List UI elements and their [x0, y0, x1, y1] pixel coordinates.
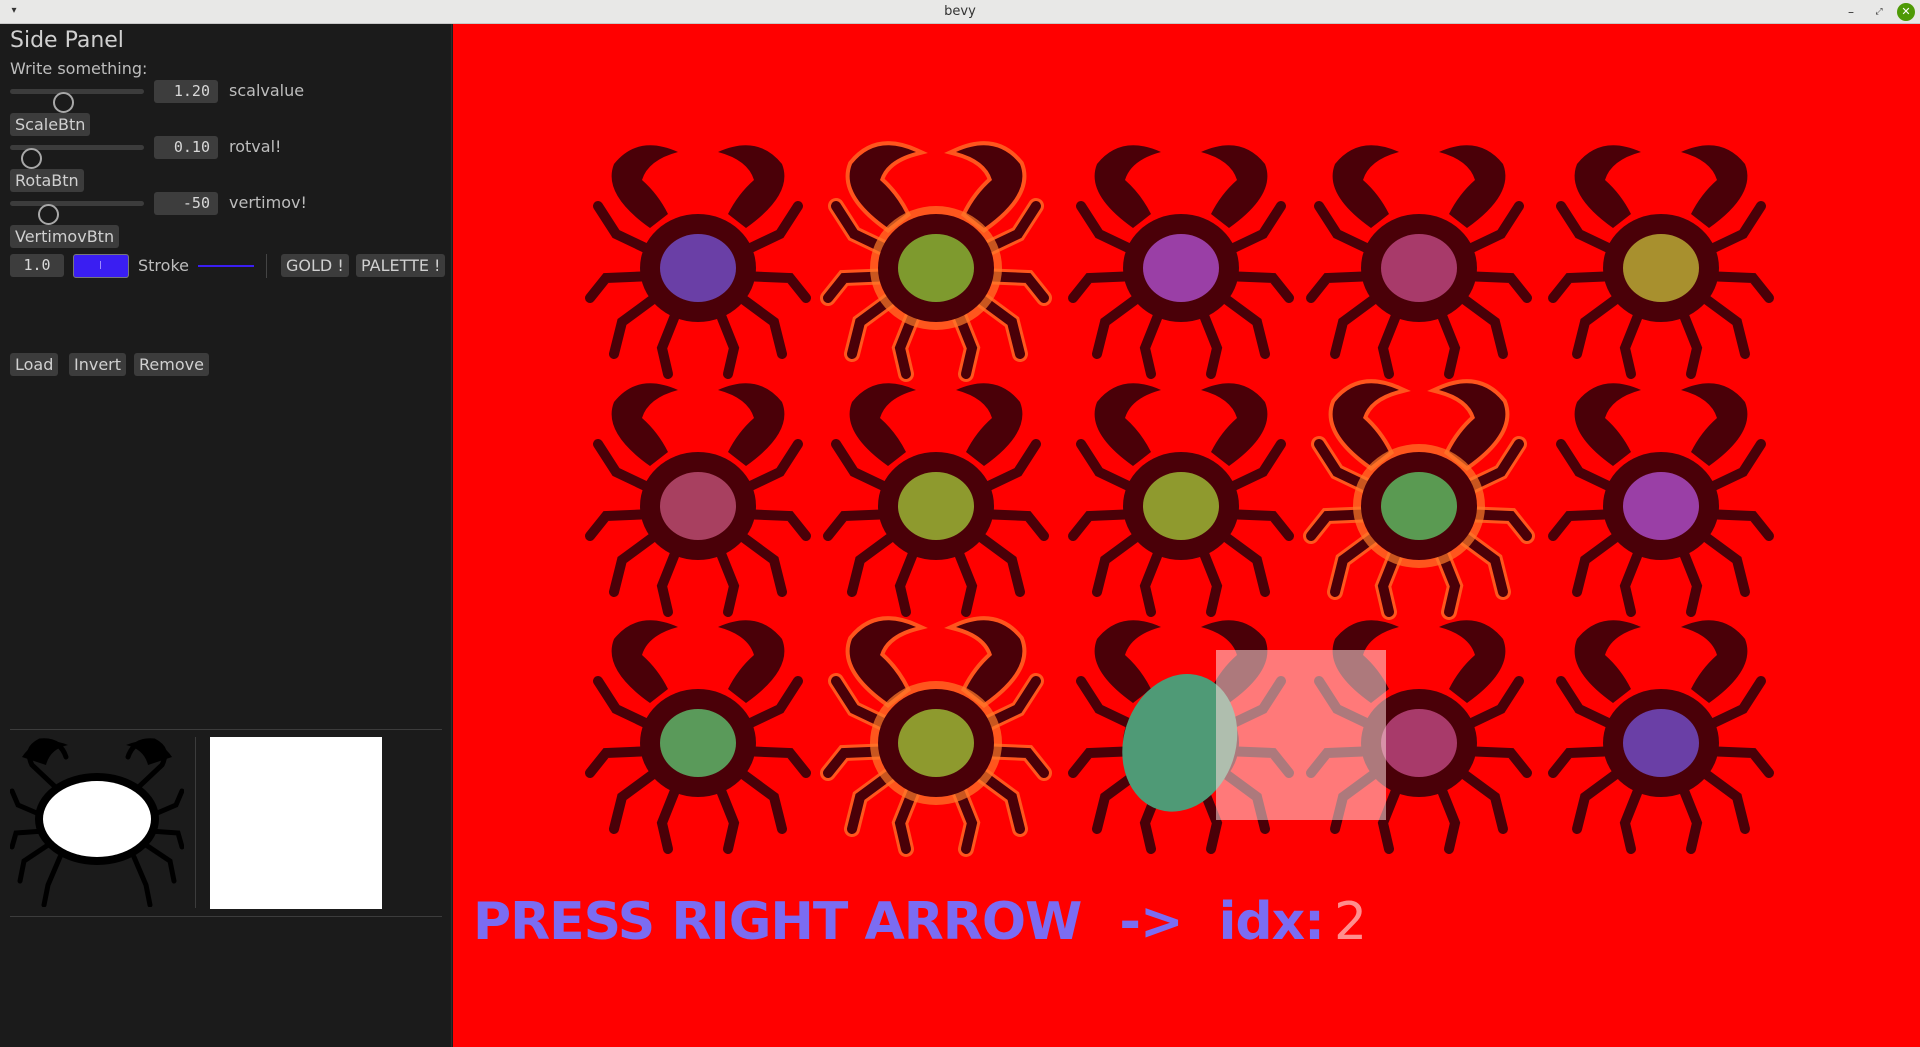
vertical-move-button[interactable]: VertimovBtn: [10, 225, 120, 248]
stroke-color-marker: [100, 261, 101, 269]
crab-sprite[interactable]: [1548, 145, 1774, 379]
instruction-label: PRESS RIGHT ARROW: [473, 892, 1082, 952]
thumbnail-divider-bottom: [10, 916, 442, 917]
stroke-width-field[interactable]: 1.0: [10, 254, 64, 277]
game-viewport[interactable]: PRESS RIGHT ARROW -> idx: 2: [453, 24, 1920, 1047]
vertical-move-slider-row: -50 vertimov!: [10, 190, 450, 225]
stroke-color-swatch[interactable]: [73, 254, 129, 278]
crab-sprite[interactable]: [585, 145, 811, 379]
side-panel: Side Panel Write something: 1.20 scalval…: [0, 24, 452, 1047]
crab-sprite[interactable]: [1303, 379, 1535, 620]
crab-sprite[interactable]: [585, 383, 811, 617]
scale-value-field[interactable]: 1.20: [154, 80, 218, 103]
rotation-slider-handle[interactable]: [21, 148, 42, 169]
stroke-separator: [266, 254, 267, 278]
invert-button[interactable]: Invert: [69, 353, 127, 376]
maximize-icon[interactable]: ⤢: [1870, 3, 1888, 21]
thumbnail-separator: [195, 737, 196, 908]
rotation-slider[interactable]: [10, 145, 144, 169]
close-icon[interactable]: ✕: [1897, 3, 1915, 21]
crab-sprite[interactable]: [820, 616, 1052, 857]
scale-button[interactable]: ScaleBtn: [10, 113, 91, 136]
texture-thumbnail[interactable]: [210, 737, 382, 909]
minimize-icon[interactable]: –: [1842, 3, 1860, 21]
arrow-label: ->: [1119, 892, 1183, 952]
remove-button[interactable]: Remove: [134, 353, 209, 376]
idx-label: idx:: [1218, 892, 1325, 952]
stroke-preview-line: [198, 265, 254, 267]
crab-sprite[interactable]: [823, 383, 1049, 617]
scale-slider-row: 1.20 scalvalue: [10, 78, 450, 113]
crab-thumbnail[interactable]: [10, 735, 184, 907]
crab-sprite[interactable]: [1548, 383, 1774, 617]
rotation-value-field[interactable]: 0.10: [154, 136, 218, 159]
title-bar: ▾ bevy – ⤢ ✕: [0, 0, 1920, 24]
panel-heading: Side Panel: [10, 28, 124, 53]
vertical-move-slider-handle[interactable]: [38, 204, 59, 225]
vertical-move-slider[interactable]: [10, 201, 144, 225]
scale-label: scalvalue: [229, 81, 305, 100]
load-button[interactable]: Load: [10, 353, 59, 376]
window-title: bevy: [944, 4, 976, 19]
app-window: ▾ bevy – ⤢ ✕ Side Panel Write something:…: [0, 0, 1920, 1047]
idx-value: 2: [1333, 892, 1367, 952]
rotation-label: rotval!: [229, 137, 282, 156]
rotation-button[interactable]: RotaBtn: [10, 169, 84, 192]
palette-button[interactable]: PALETTE !: [356, 254, 446, 277]
rotation-slider-row: 0.10 rotval!: [10, 134, 450, 169]
crab-sprite[interactable]: [1548, 620, 1774, 854]
stroke-label: Stroke: [138, 256, 189, 275]
gold-button[interactable]: GOLD !: [281, 254, 349, 277]
thumbnail-divider-top: [10, 729, 442, 730]
scale-slider-handle[interactable]: [53, 92, 74, 113]
vertical-move-value-field[interactable]: -50: [154, 192, 218, 215]
selected-crab-highlight: [1216, 650, 1386, 820]
crab-sprite[interactable]: [1068, 145, 1294, 379]
crab-sprite[interactable]: [1068, 383, 1294, 617]
vertical-move-label: vertimov!: [229, 193, 307, 212]
crab-sprite[interactable]: [820, 141, 1052, 382]
write-something-label: Write something:: [10, 59, 148, 78]
instruction-text: PRESS RIGHT ARROW -> idx: 2: [473, 892, 1367, 952]
crab-sprite[interactable]: [585, 620, 811, 854]
scale-slider[interactable]: [10, 89, 144, 113]
crab-sprite[interactable]: [1306, 145, 1532, 379]
